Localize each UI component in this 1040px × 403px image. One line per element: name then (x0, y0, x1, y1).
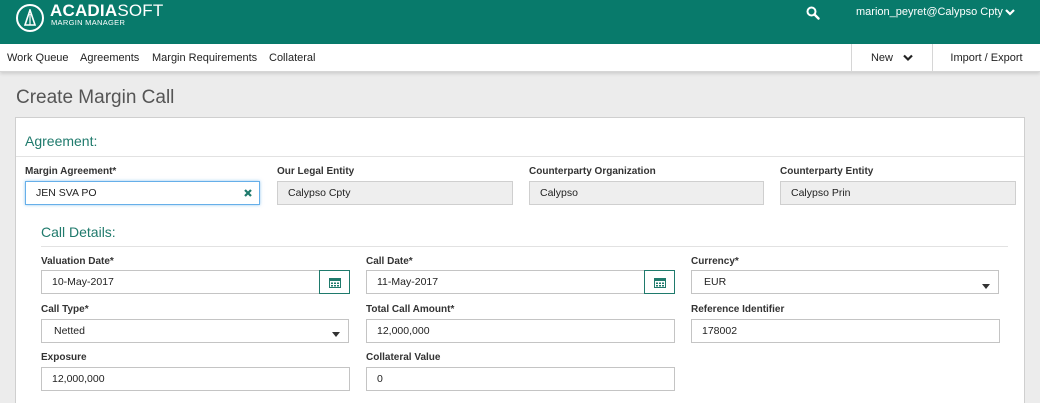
import-export-button[interactable]: Import / Export (932, 44, 1040, 72)
divider (16, 156, 1024, 157)
top-bar: ACADIASOFT MARGIN MANAGER marion_peyret@… (0, 0, 1040, 44)
call-date-calendar-button[interactable] (644, 270, 675, 294)
chevron-down-icon (903, 54, 913, 62)
collateral-value-label: Collateral Value (366, 352, 441, 363)
brand-subtitle: MARGIN MANAGER (51, 18, 126, 27)
caret-down-icon (332, 328, 340, 337)
call-date-input[interactable]: 11-May-2017 (366, 270, 645, 294)
logo-icon (16, 4, 44, 32)
main-nav: Work Queue Agreements Margin Requirement… (0, 44, 1040, 72)
nav-agreements[interactable]: Agreements (80, 52, 139, 64)
chevron-down-icon[interactable] (1004, 6, 1016, 18)
margin-agreement-label: Margin Agreement* (25, 166, 117, 177)
divider (41, 246, 1008, 247)
total-call-amount-label: Total Call Amount* (366, 304, 455, 315)
valuation-date-calendar-button[interactable] (319, 270, 350, 294)
margin-agreement-input[interactable]: JEN SVA PO (25, 181, 260, 205)
clear-icon[interactable] (243, 188, 253, 198)
counterparty-entity-field: Calypso Prin (780, 181, 1016, 205)
nav-margin-requirements[interactable]: Margin Requirements (152, 52, 257, 64)
calendar-icon (328, 277, 341, 288)
total-call-amount-input[interactable]: 12,000,000 (366, 319, 675, 343)
collateral-value-input[interactable]: 0 (366, 367, 675, 391)
page-title: Create Margin Call (16, 87, 175, 108)
calendar-icon (653, 277, 666, 288)
nav-collateral[interactable]: Collateral (269, 52, 315, 64)
our-legal-entity-field: Calypso Cpty (277, 181, 513, 205)
currency-select[interactable]: EUR (691, 270, 999, 294)
valuation-date-input[interactable]: 10-May-2017 (41, 270, 320, 294)
our-legal-entity-label: Our Legal Entity (277, 166, 355, 177)
new-label: New (870, 52, 893, 64)
nav-work-queue[interactable]: Work Queue (7, 52, 69, 64)
currency-label: Currency* (691, 256, 739, 267)
valuation-date-label: Valuation Date* (41, 256, 114, 267)
counterparty-organization-label: Counterparty Organization (529, 166, 656, 177)
agreement-section-title: Agreement: (25, 133, 98, 149)
search-icon[interactable] (806, 6, 820, 20)
counterparty-entity-label: Counterparty Entity (780, 166, 874, 177)
exposure-input[interactable]: 12,000,000 (41, 367, 350, 391)
call-details-section-title: Call Details: (41, 224, 116, 240)
user-menu[interactable]: marion_peyret@Calypso Cpty (856, 6, 1003, 18)
caret-down-icon (982, 280, 990, 289)
call-type-label: Call Type* (41, 304, 89, 315)
call-type-select[interactable]: Netted (41, 319, 349, 343)
reference-identifier-label: Reference Identifier (691, 304, 785, 315)
margin-call-form: Agreement: Margin Agreement* JEN SVA PO … (15, 117, 1025, 403)
exposure-label: Exposure (41, 352, 87, 363)
counterparty-organization-field: Calypso (529, 181, 764, 205)
new-menu-button[interactable]: New (851, 44, 932, 72)
call-date-label: Call Date* (366, 256, 413, 267)
reference-identifier-input[interactable]: 178002 (691, 319, 1000, 343)
